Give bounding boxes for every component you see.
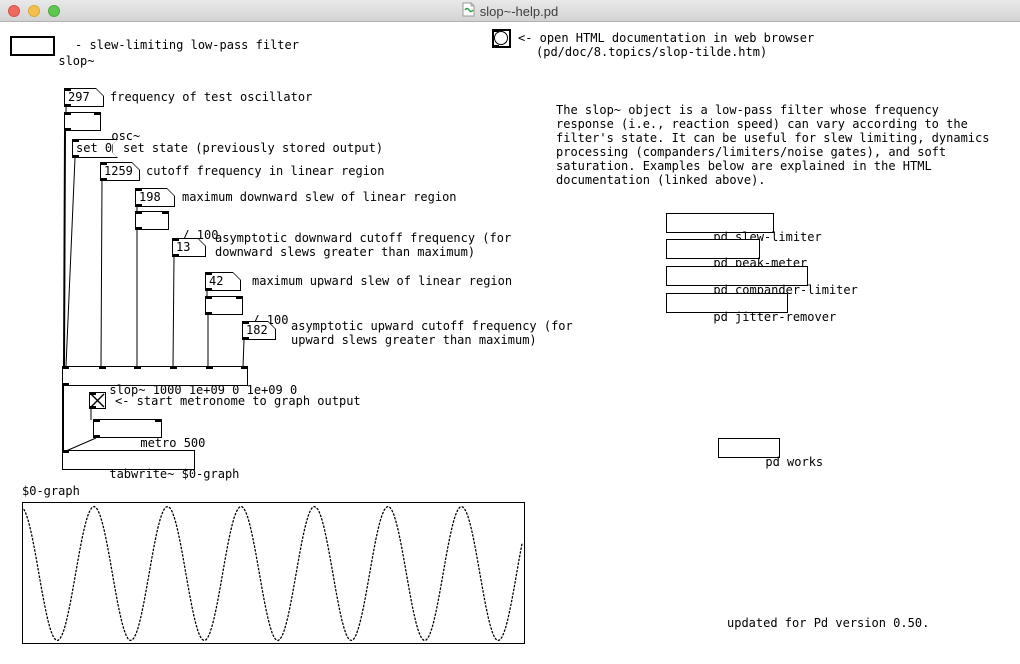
inlet-nub xyxy=(134,366,141,369)
number-box-max-up-slew[interactable]: 42 xyxy=(205,272,241,291)
titlebar: slop~-help.pd xyxy=(0,0,1020,22)
comment-description-line: processing (companders/limiters/noise ga… xyxy=(556,145,946,159)
outlet-nub xyxy=(205,312,212,315)
inlet-nub xyxy=(94,112,101,115)
inlet-nub xyxy=(241,366,248,369)
object-box-div100-b: / 100 xyxy=(205,296,243,315)
inlet-nub xyxy=(205,272,212,275)
comment-asym-down-line1: asymptotic downward cutoff frequency (fo… xyxy=(215,231,511,245)
object-box-div100-a: / 100 xyxy=(135,211,169,230)
inlet-nub xyxy=(64,88,71,91)
outlet-nub xyxy=(64,128,71,131)
inlet-nub xyxy=(72,139,79,142)
outlet-nub xyxy=(64,104,71,107)
comment-description-line: response (i.e., reaction speed) can vary… xyxy=(556,117,968,131)
object-box-metro: metro 500 xyxy=(93,419,162,438)
inlet-nub xyxy=(135,211,142,214)
inlet-nub xyxy=(93,419,100,422)
graph-label: $0-graph xyxy=(22,484,80,498)
inlet-nub xyxy=(205,296,212,299)
document-icon xyxy=(462,2,475,21)
pd-patch-window: slop~-help.pd slop~ - slew-limiting low-… xyxy=(0,0,1020,664)
comment-start-metro: <- start metronome to graph output xyxy=(115,394,361,408)
message-box-set-state[interactable]: set 0 xyxy=(72,139,118,158)
inlet-nub xyxy=(492,29,499,32)
window-title: slop~-help.pd xyxy=(480,4,558,19)
toggle-start-metro[interactable] xyxy=(89,392,106,409)
inlet-nub xyxy=(135,188,142,191)
inlet-nub xyxy=(64,112,71,115)
subpatch-jitter-remover[interactable]: pd jitter-remover xyxy=(666,293,788,313)
comment-asym-up-line1: asymptotic upward cutoff frequency (for xyxy=(291,319,573,333)
comment-description-line: filter's state. It can be useful for sle… xyxy=(556,131,989,145)
comment-max-down-slew: maximum downward slew of linear region xyxy=(182,190,457,204)
inlet-nub xyxy=(236,296,243,299)
subpatch-works[interactable]: pd works xyxy=(718,438,780,458)
comment-open-docs: <- open HTML documentation in web browse… xyxy=(518,31,814,45)
number-box-test-frequency[interactable]: 297 xyxy=(64,88,104,107)
comment-description-line: saturation. Examples below are explained… xyxy=(556,159,932,173)
sine-waveform xyxy=(23,503,524,643)
number-box-cutoff[interactable]: 1259 xyxy=(100,162,140,181)
comment-set-state: set state (previously stored output) xyxy=(123,141,383,155)
outlet-nub xyxy=(172,254,179,257)
object-box-tabwrite: tabwrite~ $0-graph xyxy=(62,450,195,470)
subpatch-slew-limiter[interactable]: pd slew-limiter xyxy=(666,213,774,233)
graph-array-display xyxy=(22,502,525,644)
inlet-nub xyxy=(170,366,177,369)
comment-description-line: The slop~ object is a low-pass filter wh… xyxy=(556,103,939,117)
patch-canvas: slop~ - slew-limiting low-pass filter <-… xyxy=(0,22,1020,664)
object-box-slop: slop~ 1000 1e+09 0 1e+09 0 xyxy=(62,366,248,386)
comment-test-frequency: frequency of test oscillator xyxy=(110,90,312,104)
comment-description-line: documentation (linked above). xyxy=(556,173,766,187)
bang-circle-icon xyxy=(494,31,508,45)
inlet-nub xyxy=(162,211,169,214)
inlet-nub xyxy=(100,162,107,165)
comment-asym-up-line2: upward slews greater than maximum) xyxy=(291,333,537,347)
comment-updated: updated for Pd version 0.50. xyxy=(727,616,929,630)
bang-open-docs[interactable] xyxy=(492,29,511,48)
subpatch-peak-meter[interactable]: pd peak-meter xyxy=(666,239,760,259)
inlet-nub xyxy=(89,392,96,395)
object-box-slop-header: slop~ xyxy=(10,36,55,56)
outlet-nub xyxy=(89,406,96,409)
number-box-max-down-slew[interactable]: 198 xyxy=(135,188,175,207)
inlet-nub xyxy=(206,366,213,369)
inlet-nub xyxy=(99,366,106,369)
outlet-nub xyxy=(72,155,79,158)
comment-subject: - slew-limiting low-pass filter xyxy=(75,38,299,52)
outlet-nub xyxy=(62,383,69,386)
comment-max-up-slew: maximum upward slew of linear region xyxy=(252,274,512,288)
comment-cutoff: cutoff frequency in linear region xyxy=(146,164,384,178)
outlet-nub xyxy=(135,204,142,207)
object-box-osc: osc~ xyxy=(64,112,101,131)
outlet-nub xyxy=(205,288,212,291)
outlet-nub xyxy=(93,435,100,438)
inlet-nub xyxy=(242,321,249,324)
outlet-nub xyxy=(492,45,499,48)
outlet-nub xyxy=(135,227,142,230)
subpatch-compander-limiter[interactable]: pd compander-limiter xyxy=(666,266,808,286)
outlet-nub xyxy=(100,178,107,181)
inlet-nub xyxy=(62,450,69,453)
outlet-nub xyxy=(242,337,249,340)
inlet-nub xyxy=(155,419,162,422)
comment-asym-down-line2: downward slews greater than maximum) xyxy=(215,245,475,259)
comment-docs-path: (pd/doc/8.topics/slop-tilde.htm) xyxy=(536,45,767,59)
inlet-nub xyxy=(62,366,69,369)
inlet-nub xyxy=(172,238,179,241)
